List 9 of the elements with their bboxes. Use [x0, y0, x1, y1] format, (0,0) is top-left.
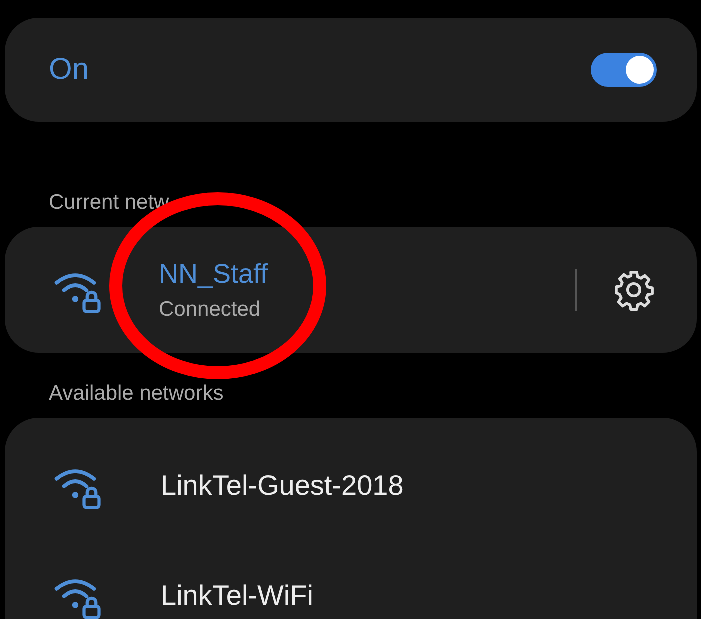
- network-name[interactable]: LinkTel-WiFi: [161, 580, 314, 612]
- current-network-card[interactable]: NN_Staff Connected: [5, 227, 697, 353]
- section-heading: Available networks: [48, 381, 225, 406]
- network-name: NN_Staff: [159, 258, 270, 290]
- network-name[interactable]: LinkTel-Guest-2018: [161, 470, 404, 502]
- settings-icon[interactable]: [613, 269, 655, 311]
- wifi-toggle[interactable]: [591, 53, 657, 87]
- network-status: Connected: [159, 298, 262, 322]
- switch-label: On: [49, 53, 90, 87]
